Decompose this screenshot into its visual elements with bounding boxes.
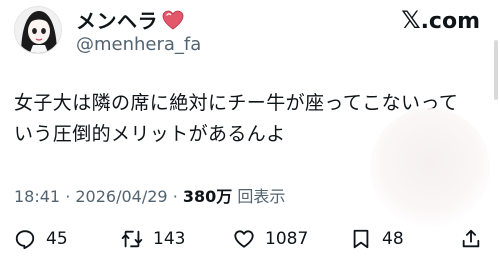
meta-separator: · (172, 187, 183, 206)
views-label: 回表示 (237, 187, 286, 206)
bookmark-icon (350, 228, 372, 250)
user-handle[interactable]: @menhera_fa (76, 34, 201, 55)
x-logo: 𝕏 .com (401, 6, 480, 34)
tweet-meta: 18:41 · 2026/04/29 · 380万 回表示 (14, 183, 285, 207)
views-count: 380万 (182, 187, 233, 206)
meta-separator: · (65, 187, 76, 206)
bookmark-count: 48 (382, 229, 404, 249)
like-count: 1087 (265, 229, 309, 249)
background-watermark-image (370, 108, 490, 228)
avatar[interactable] (14, 6, 62, 54)
like-button[interactable]: 1087 (233, 228, 308, 250)
like-icon (233, 228, 255, 250)
scrollbar[interactable] (494, 40, 498, 100)
display-name[interactable]: メンヘラ (76, 5, 184, 34)
repost-count: 143 (153, 229, 186, 249)
reply-icon (14, 228, 36, 250)
reply-count: 45 (46, 229, 68, 249)
display-name-text: メンヘラ (76, 9, 158, 33)
tweet-time[interactable]: 18:41 (14, 187, 60, 206)
heart-icon (162, 10, 184, 30)
repost-icon (121, 228, 143, 250)
x-logo-icon: 𝕏 (401, 6, 421, 34)
reply-button[interactable]: 45 (14, 228, 68, 250)
share-button[interactable] (460, 228, 482, 250)
share-icon (460, 228, 482, 250)
x-logo-text: .com (420, 9, 480, 34)
bookmark-button[interactable]: 48 (350, 228, 404, 250)
action-bar: 45 143 1087 48 (0, 228, 500, 252)
repost-button[interactable]: 143 (121, 228, 185, 250)
tweet-date[interactable]: 2026/04/29 (75, 187, 167, 206)
